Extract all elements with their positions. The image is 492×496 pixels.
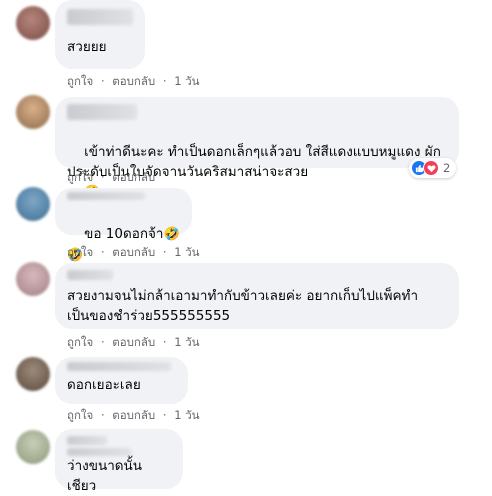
separator: · bbox=[100, 170, 105, 184]
commenter-name-blurred[interactable] bbox=[67, 104, 137, 120]
timestamp[interactable]: 1 วัน bbox=[174, 335, 199, 349]
comment-actions: ถูกใจ · ตอบกลับ · 1 วัน bbox=[67, 244, 200, 262]
comment-bubble: ว่างขนาดนั้นเชียว bbox=[55, 429, 183, 494]
commenter-name-blurred[interactable] bbox=[67, 192, 145, 200]
separator: · bbox=[162, 74, 167, 88]
reaction-summary[interactable]: 2 bbox=[409, 158, 457, 178]
comment-actions: ถูกใจ · ตอบกลับ bbox=[67, 169, 155, 187]
comment-actions: ถูกใจ · ตอบกลับ · 1 วัน bbox=[67, 334, 200, 352]
comment-avatar[interactable] bbox=[16, 262, 50, 296]
comment-avatar[interactable] bbox=[16, 187, 50, 221]
timestamp[interactable]: 1 วัน bbox=[174, 245, 199, 259]
like-link[interactable]: ถูกใจ bbox=[67, 74, 93, 88]
reply-link[interactable]: ตอบกลับ bbox=[112, 170, 155, 184]
comment-bubble: เข้าท่าดีนะคะ ทำเป็นดอกเล็กๆแล้วอบ ใส่สี… bbox=[55, 97, 459, 200]
comment-bubble: ดอกเยอะเลย bbox=[55, 357, 188, 404]
separator: · bbox=[100, 74, 105, 88]
reply-link[interactable]: ตอบกลับ bbox=[112, 335, 155, 349]
comment-avatar[interactable] bbox=[16, 357, 50, 391]
commenter-name-blurred[interactable] bbox=[67, 270, 113, 280]
separator: · bbox=[100, 245, 105, 259]
comment-bubble: ขอ 10ดอกจ้า🤣🤣 bbox=[55, 188, 192, 263]
reply-link[interactable]: ตอบกลับ bbox=[112, 74, 155, 88]
timestamp[interactable]: 1 วัน bbox=[174, 408, 199, 422]
timestamp[interactable]: 1 วัน bbox=[174, 74, 199, 88]
commenter-name-blurred bbox=[67, 448, 131, 456]
separator: · bbox=[162, 245, 167, 259]
separator: · bbox=[162, 335, 167, 349]
comment-bubble: สวยยย bbox=[55, 0, 145, 69]
comment-text: ว่างขนาดนั้นเชียว bbox=[67, 458, 143, 494]
separator: · bbox=[162, 408, 167, 422]
comment-avatar[interactable] bbox=[16, 430, 50, 464]
comment-avatar[interactable] bbox=[16, 95, 50, 129]
comment-avatar[interactable] bbox=[16, 6, 50, 40]
comment-text: สวยงามจนไม่กล้าเอามาทำกับข้าวเลยค่ะ อยาก… bbox=[67, 288, 419, 324]
comment-text: สวยยย bbox=[67, 39, 107, 55]
commenter-name-blurred[interactable] bbox=[67, 362, 171, 371]
comment-text: ดอกเยอะเลย bbox=[67, 377, 141, 393]
like-link[interactable]: ถูกใจ bbox=[67, 170, 93, 184]
love-reaction-icon bbox=[423, 160, 439, 176]
like-link[interactable]: ถูกใจ bbox=[67, 408, 93, 422]
comment-actions: ถูกใจ · ตอบกลับ · 1 วัน bbox=[67, 73, 200, 91]
reply-link[interactable]: ตอบกลับ bbox=[112, 245, 155, 259]
commenter-name-blurred[interactable] bbox=[67, 436, 107, 445]
like-link[interactable]: ถูกใจ bbox=[67, 335, 93, 349]
comment-text: ขอ 10ดอกจ้า bbox=[84, 226, 164, 242]
comment-bubble: สวยงามจนไม่กล้าเอามาทำกับข้าวเลยค่ะ อยาก… bbox=[55, 263, 459, 329]
commenter-name-blurred[interactable] bbox=[67, 9, 133, 25]
reaction-count: 2 bbox=[443, 161, 451, 175]
reply-link[interactable]: ตอบกลับ bbox=[112, 408, 155, 422]
comment-actions: ถูกใจ · ตอบกลับ · 1 วัน bbox=[67, 407, 200, 425]
separator: · bbox=[100, 408, 105, 422]
separator: · bbox=[100, 335, 105, 349]
like-link[interactable]: ถูกใจ bbox=[67, 245, 93, 259]
